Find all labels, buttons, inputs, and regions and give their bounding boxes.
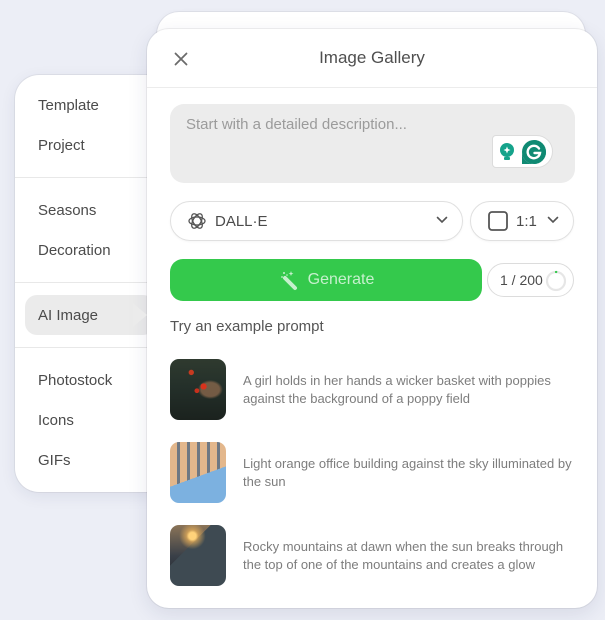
divider bbox=[15, 347, 165, 348]
panel-title: Image Gallery bbox=[319, 48, 425, 67]
usage-progress-ring bbox=[545, 270, 567, 292]
generation-counter: 1 / 200 bbox=[487, 263, 574, 297]
example-prompt-item[interactable]: A girl holds in her hands a wicker baske… bbox=[170, 359, 575, 420]
openai-logo-icon bbox=[188, 213, 206, 229]
example-prompt-text: Rocky mountains at dawn when the sun bre… bbox=[243, 538, 564, 572]
example-prompt-text: A girl holds in her hands a wicker baske… bbox=[243, 372, 551, 406]
sidebar-item-label: Seasons bbox=[38, 201, 97, 219]
grammarly-widget[interactable] bbox=[492, 135, 553, 168]
sidebar-item-template[interactable]: Template bbox=[15, 85, 165, 125]
sidebar-item-seasons[interactable]: Seasons bbox=[15, 190, 165, 230]
ratio-label: 1:1 bbox=[516, 212, 537, 230]
divider bbox=[15, 177, 165, 178]
office-building-image bbox=[170, 442, 226, 503]
divider bbox=[15, 282, 165, 283]
model-select[interactable]: DALL·E bbox=[170, 201, 463, 241]
close-icon bbox=[174, 52, 188, 66]
generate-button[interactable]: Generate bbox=[170, 259, 482, 301]
sidebar-item-label: Template bbox=[38, 96, 99, 114]
sidebar-item-label: Photostock bbox=[38, 371, 113, 389]
poppy-basket-image bbox=[170, 359, 226, 420]
sidebar-item-decoration[interactable]: Decoration bbox=[15, 230, 165, 270]
sidebar-item-label: AI Image bbox=[38, 306, 99, 324]
generate-label: Generate bbox=[307, 271, 375, 288]
image-gallery-panel: Image Gallery DALL·E bbox=[147, 29, 597, 608]
magic-wand-icon bbox=[280, 271, 297, 290]
grammarly-g-icon bbox=[521, 139, 546, 164]
chevron-down-icon bbox=[547, 216, 559, 224]
active-item-pointer bbox=[133, 303, 147, 327]
category-sidebar: Template Project Seasons Decoration AI I… bbox=[15, 75, 165, 492]
sidebar-item-icons[interactable]: Icons bbox=[15, 400, 165, 440]
examples-title: Try an example prompt bbox=[170, 318, 324, 335]
aspect-ratio-select[interactable]: 1:1 bbox=[470, 201, 574, 241]
model-label: DALL·E bbox=[215, 212, 268, 230]
example-prompt-item[interactable]: Rocky mountains at dawn when the sun bre… bbox=[170, 525, 575, 586]
sidebar-item-label: GIFs bbox=[38, 451, 71, 469]
close-button[interactable] bbox=[169, 47, 193, 71]
sidebar-item-label: Decoration bbox=[38, 241, 111, 259]
sidebar-item-label: Project bbox=[38, 136, 85, 154]
example-prompt-item[interactable]: Light orange office building against the… bbox=[170, 442, 575, 503]
mountain-dawn-image bbox=[170, 525, 226, 586]
prompt-box bbox=[170, 104, 575, 183]
sidebar-item-project[interactable]: Project bbox=[15, 125, 165, 165]
lightbulb-icon bbox=[500, 142, 515, 160]
chevron-down-icon bbox=[436, 216, 448, 224]
example-prompt-text: Light orange office building against the… bbox=[243, 455, 572, 489]
sidebar-item-label: Icons bbox=[38, 411, 74, 429]
counter-text: 1 / 200 bbox=[500, 272, 543, 288]
sidebar-item-gifs[interactable]: GIFs bbox=[15, 440, 165, 480]
square-icon bbox=[488, 211, 508, 231]
sidebar-item-photostock[interactable]: Photostock bbox=[15, 360, 165, 400]
panel-header: Image Gallery bbox=[147, 29, 597, 88]
